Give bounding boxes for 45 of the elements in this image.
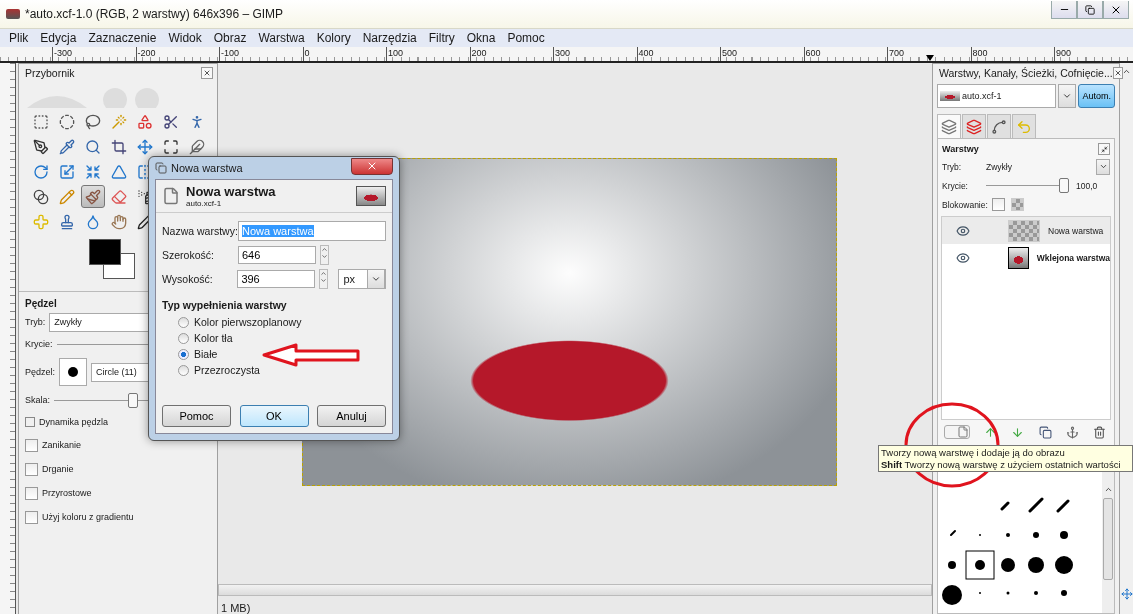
tooltip-text: Tworzy nową warstwę i dodaje ją do obrazu xyxy=(881,447,1066,459)
ruler-label: 300 xyxy=(553,47,637,61)
opacity-label: Krycie: xyxy=(942,180,969,191)
field-label: Wysokość: xyxy=(162,273,214,285)
panel-title: Warstwy, Kanały, Ścieżki, Cofnięcie... xyxy=(939,67,1113,79)
ruler-label: 500 xyxy=(720,47,804,61)
window-title: *auto.xcf-1.0 (RGB, 2 warstwy) 646x396 – GIMP xyxy=(25,7,285,21)
mode-value: Zwykły xyxy=(986,161,1013,172)
mode-label: Tryb: xyxy=(25,317,46,327)
checkbox-label: Przyrostowe xyxy=(42,488,92,498)
brush-label: Pędzel: xyxy=(25,367,56,377)
scale-label: Skala: xyxy=(25,395,50,405)
panel-title: Przybornik xyxy=(25,67,75,79)
ruler-label: 900 xyxy=(1054,47,1133,61)
opacity-value: 100,0 xyxy=(1076,180,1099,191)
mode-label: Tryb: xyxy=(942,161,963,172)
ruler-label: 800 xyxy=(970,47,1054,61)
checkbox-label: Użyj koloru z gradientu xyxy=(42,512,134,522)
radio-label: Przezroczysta xyxy=(194,364,260,376)
ruler-label: 400 xyxy=(636,47,720,61)
opacity-label: Krycie: xyxy=(25,339,53,349)
panel-heading: Warstwy xyxy=(942,144,979,154)
checkbox-label: Drganie xyxy=(42,464,74,474)
radio-label: Kolor tła xyxy=(194,332,233,344)
radio-label: Białe xyxy=(194,348,218,360)
status-text: 1 MB) xyxy=(221,602,251,614)
ruler-label: 100 xyxy=(386,47,470,61)
tool-options-title: Pędzel xyxy=(25,298,57,309)
ruler-label: -100 xyxy=(219,47,303,61)
ruler-label: 200 xyxy=(469,47,553,61)
layer-name: Nowa warstwa xyxy=(1048,225,1104,236)
ruler-label: -300 xyxy=(52,47,136,61)
section-title: Typ wypełnienia warstwy xyxy=(161,298,288,313)
checkbox-label: Zanikanie xyxy=(42,440,82,450)
lock-label: Blokowanie: xyxy=(942,199,988,210)
ruler-label: 0 xyxy=(302,47,386,61)
dialog-heading: Nowa warstwa xyxy=(186,184,277,199)
dynamics-label: Dynamika pędzla xyxy=(39,417,109,427)
dialog-title: Nowa warstwa xyxy=(171,162,244,174)
ruler-label: 600 xyxy=(803,47,887,61)
dialog-subheading: auto.xcf-1 xyxy=(186,199,223,208)
tooltip-text: Shift Tworzy nową warstwę z użyciem ostatnich wartości xyxy=(881,459,1122,471)
layer-name: Wklejona warstwa xyxy=(1036,252,1110,263)
ruler-label: -200 xyxy=(135,47,219,61)
field-label: Szerokość: xyxy=(162,249,215,261)
